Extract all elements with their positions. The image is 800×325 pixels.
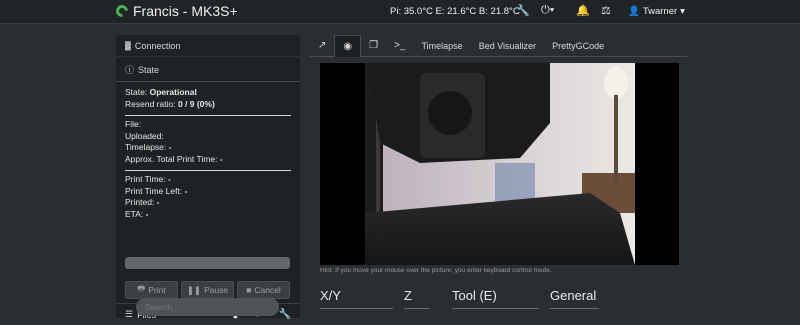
tab-gcode-viewer[interactable]: ❐ [361,35,386,57]
user-icon: 👤 [628,6,640,17]
webcam-image [320,63,635,265]
printer-icon: 🖶 [137,283,146,293]
brand[interactable]: Francis - MK3S+ [113,2,238,20]
print-time-line: Print Time: - [125,174,171,184]
approx-print-time-line: Approx. Total Print Time: - [125,153,223,164]
stop-icon: ■ [246,285,252,295]
state-section-header[interactable]: ⓘ State [116,58,300,82]
navbar: Francis - MK3S+ Pi: 35.0°C E: 21.6°C B: … [0,0,800,24]
uploaded-line: Uploaded: [125,130,164,141]
chart-icon: ↗ [318,40,327,51]
printer-title: Francis - MK3S+ [133,3,238,19]
print-time-left-line: Print Time Left: - [125,185,188,196]
layers-icon: ❐ [369,40,379,51]
tab-timelapse[interactable]: Timelapse [414,35,471,57]
user-menu[interactable]: 👤 Twarner ▾ [628,6,685,17]
resend-line: Resend ratio: 0 / 9 (0%) [125,98,215,109]
tab-temperature[interactable]: ↗ [310,35,334,57]
gamepad-icon: ◉ [343,40,353,52]
printed-line: Printed: - [125,197,160,207]
username: Twarner [642,6,678,17]
tab-control[interactable]: ◉ [334,34,362,57]
timelapse-line: Timelapse: - [125,142,172,152]
pause-icon: ❚❚ [186,284,202,295]
connection-section-header[interactable]: ▓ Connection [116,35,300,57]
z-control-heading: Z [404,288,429,309]
file-line: File: [125,119,142,129]
list-icon: ☰ [125,309,134,319]
state-panel: State: Operational Resend ratio: 0 / 9 (… [125,87,291,220]
print-progress-bar [125,257,290,269]
divider [125,170,291,171]
system-icon[interactable]: ⚖ [601,4,611,17]
tab-bed-visualizer[interactable]: Bed Visualizer [471,35,544,57]
chevron-down-icon: ▾ [680,6,685,17]
state-line: State: Operational [125,87,197,97]
xy-control-heading: X/Y [320,288,393,309]
webcam-hint: Hint: If you move your mouse over the pi… [320,267,552,274]
wrench-icon[interactable]: 🔧 [279,309,291,320]
temperature-readout: Pi: 35.0°C E: 21.6°C B: 21.8°C [390,6,520,17]
cancel-button[interactable]: ■ Cancel [237,281,290,299]
state-label: State [138,64,160,75]
file-search-input[interactable] [136,298,279,316]
general-control-heading: General [550,288,599,309]
connection-label: Connection [134,40,181,51]
tool-control-heading: Tool (E) [452,288,539,309]
job-controls: 🖶 Print ❚❚ Pause ■ Cancel [125,281,290,299]
wrench-icon[interactable]: 🔧 [516,4,530,17]
sidebar: ▓ Connection ⓘ State State: Operational … [116,35,300,320]
divider [125,115,291,116]
webcam-stream[interactable] [320,63,679,265]
main-tabs: ↗ ◉ ❐ >_ Timelapse Bed Visualizer Pretty… [310,34,688,57]
power-icon[interactable]: ⏻▾ [541,4,554,17]
tab-terminal[interactable]: >_ [386,35,413,57]
pause-button[interactable]: ❚❚ Pause [181,281,234,299]
info-icon: ⓘ [125,65,135,75]
eta-line: ETA: - [125,208,149,219]
tab-prettygcode[interactable]: PrettyGCode [544,35,612,57]
octoprint-logo-icon [113,2,131,20]
signal-icon: ▓ [125,41,131,50]
print-button[interactable]: 🖶 Print [125,281,178,299]
bell-icon[interactable]: 🔔 [576,4,590,17]
terminal-icon: >_ [394,40,406,51]
